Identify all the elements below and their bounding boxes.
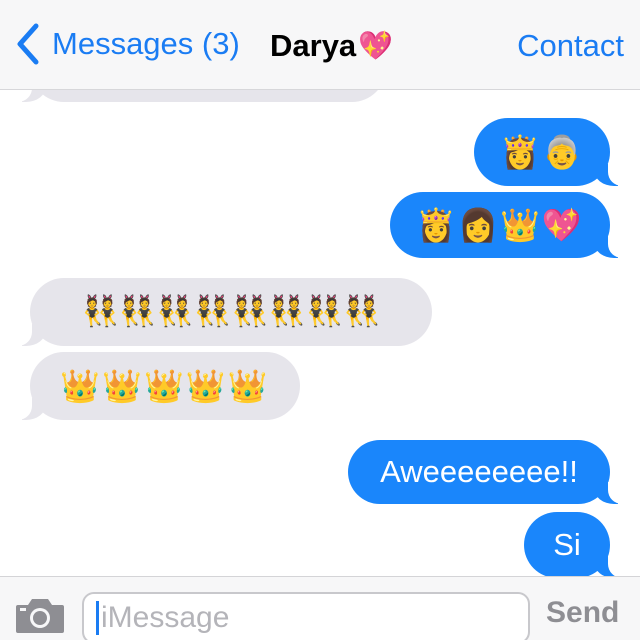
contact-name: Darya — [270, 28, 357, 63]
back-button[interactable]: Messages (3) — [14, 22, 240, 66]
message-bubble-received[interactable]: 👑👑👑👑👑 — [16, 352, 300, 420]
message-input-placeholder: iMessage — [101, 601, 230, 634]
message-text: Si — [553, 527, 581, 562]
message-content: 👸👩👑💖 — [416, 207, 584, 243]
bubble-tail — [16, 90, 46, 102]
message-content: 👯👯👯👯👯👯👯👯 — [81, 295, 381, 328]
message-bubble-received[interactable]: 👯👯👯👯👯👯👯👯 — [16, 278, 432, 346]
message-bubble-sent[interactable]: Si — [524, 512, 624, 576]
message-input[interactable]: iMessage — [82, 592, 530, 640]
message-thread[interactable]: 👸👵 👸👩👑💖 👯👯👯👯👯👯👯👯 👑👑👑👑👑 Aweeeeeeee!! Si — [0, 90, 640, 576]
message-text: Aweeeeeeee!! — [380, 454, 578, 489]
contact-button[interactable]: Contact — [517, 24, 624, 68]
conversation-title: Darya 💖 — [270, 24, 393, 68]
bubble-tail — [594, 236, 624, 258]
bubble-tail — [16, 324, 46, 346]
camera-icon — [16, 599, 64, 633]
navigation-bar: Messages (3) Darya 💖 Contact — [0, 0, 640, 90]
text-cursor — [96, 601, 99, 635]
message-bubble-sent[interactable]: 👸👩👑💖 — [390, 192, 624, 258]
back-button-label: Messages (3) — [52, 26, 240, 61]
bubble-tail — [594, 482, 624, 504]
bubble-tail — [16, 398, 46, 420]
message-content: 👸👵 — [500, 134, 584, 170]
message-bubble-sent[interactable]: Aweeeeeeee!! — [348, 440, 624, 504]
camera-button[interactable] — [14, 595, 66, 635]
send-button[interactable]: Send — [546, 596, 619, 630]
bubble-tail — [594, 556, 624, 576]
message-bubble-sent[interactable]: 👸👵 — [474, 118, 624, 186]
sparkling-heart-emoji: 💖 — [358, 30, 394, 61]
chevron-left-icon — [17, 23, 39, 65]
message-bubble-received[interactable] — [16, 90, 386, 102]
bubble-tail — [594, 164, 624, 186]
message-content: 👑👑👑👑👑 — [60, 368, 270, 404]
message-input-bar: iMessage — [0, 576, 640, 640]
